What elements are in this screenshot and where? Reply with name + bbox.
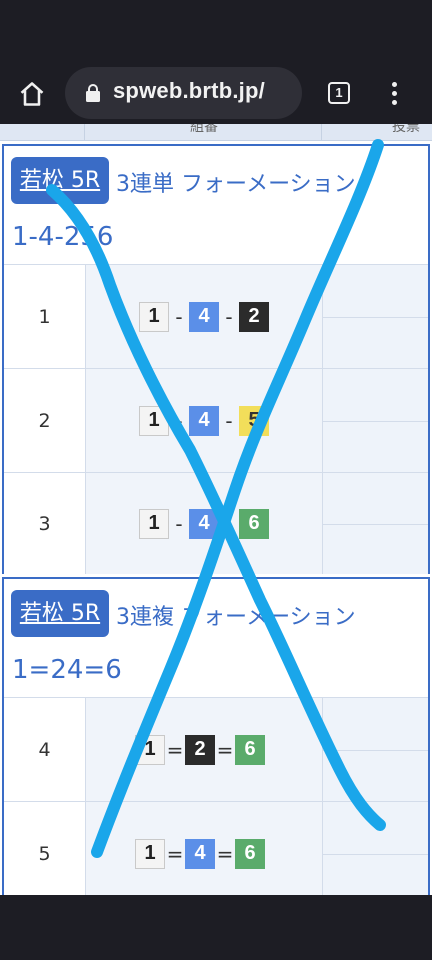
lock-icon xyxy=(86,84,100,102)
tab-switcher-icon[interactable]: 1 xyxy=(328,82,350,104)
bet-card-2: 若松 5R 3連複 フォーメーション 1=24=6 4 1 = 2 = 6 5 xyxy=(2,577,430,895)
row-index: 3 xyxy=(4,473,86,574)
boat-number: 1 xyxy=(135,734,165,765)
boat-number: 2 xyxy=(185,734,215,765)
bet-type-label: 3連単 フォーメーション xyxy=(116,172,356,197)
bet-type-label: 3連複 フォーメーション xyxy=(116,605,356,630)
row-index: 4 xyxy=(4,698,86,801)
table-row: 3 1 - 4 - 6 xyxy=(4,472,428,574)
venue-race-link[interactable]: 若松 5R xyxy=(11,590,109,637)
boat-number: 2 xyxy=(239,301,269,332)
boat-number: 1 xyxy=(139,301,169,332)
address-bar[interactable]: spweb.brtb.jp/ xyxy=(65,67,302,119)
boat-number: 1 xyxy=(139,508,169,539)
boat-number: 6 xyxy=(239,508,269,539)
boat-number: 4 xyxy=(189,405,219,436)
table-header-col3: 投票 xyxy=(392,124,420,135)
row-index: 5 xyxy=(4,802,86,895)
table-row: 1 1 - 4 - 2 xyxy=(4,264,428,368)
boat-number: 5 xyxy=(239,405,269,436)
page-content: 組番 投票 若松 5R 3連単 フォーメーション 1-4-256 1 1 - 4… xyxy=(0,124,432,895)
home-icon[interactable] xyxy=(18,80,46,108)
system-nav-bar xyxy=(0,895,432,960)
boat-number: 1 xyxy=(135,838,165,869)
url-text: spweb.brtb.jp/ xyxy=(113,78,265,103)
combination-label: 1=24=6 xyxy=(12,655,122,685)
boat-number: 4 xyxy=(185,838,215,869)
combination-label: 1-4-256 xyxy=(12,222,114,252)
boat-number: 1 xyxy=(139,405,169,436)
table-header-strip: 組番 投票 xyxy=(0,124,432,141)
boat-number: 6 xyxy=(235,838,265,869)
table-header-col2: 組番 xyxy=(190,124,218,135)
boat-number: 4 xyxy=(189,301,219,332)
table-row: 2 1 - 4 - 5 xyxy=(4,368,428,472)
venue-race-link[interactable]: 若松 5R xyxy=(11,157,109,204)
boat-number: 4 xyxy=(189,508,219,539)
table-row: 5 1 = 4 = 6 xyxy=(4,801,428,895)
bet-card-1: 若松 5R 3連単 フォーメーション 1-4-256 1 1 - 4 - 2 2 xyxy=(2,144,430,574)
boat-number: 6 xyxy=(235,734,265,765)
status-bar xyxy=(0,0,432,64)
row-index: 1 xyxy=(4,265,86,368)
more-vert-icon[interactable] xyxy=(386,78,402,108)
table-row: 4 1 = 2 = 6 xyxy=(4,697,428,801)
row-index: 2 xyxy=(4,369,86,472)
